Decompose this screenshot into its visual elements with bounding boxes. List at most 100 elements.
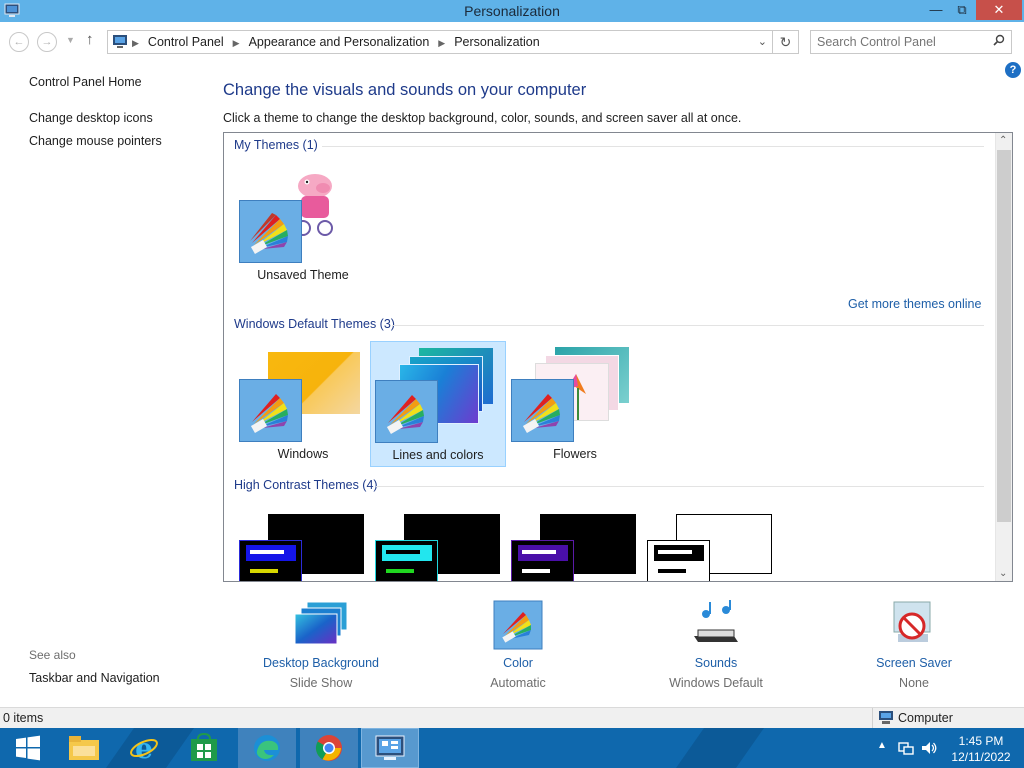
control-panel-icon <box>375 735 405 760</box>
setting-value: Windows Default <box>669 676 763 690</box>
setting-name[interactable]: Desktop Background <box>246 656 396 670</box>
address-bar[interactable]: ▶ Control Panel ▶ Appearance and Personaliz… <box>107 30 773 54</box>
theme-label: Flowers <box>553 447 597 461</box>
computer-icon <box>879 711 893 724</box>
minimize-button[interactable]: — <box>926 0 946 20</box>
taskbar-store[interactable] <box>176 728 232 768</box>
forward-button[interactable]: → <box>37 32 57 52</box>
taskbar-navigation-link[interactable]: Taskbar and Navigation <box>29 671 160 685</box>
scrollbar-thumb[interactable] <box>997 150 1011 522</box>
recent-locations-dropdown[interactable]: ▼ <box>66 35 75 45</box>
color-palette-icon <box>511 379 574 442</box>
edge-icon <box>254 735 280 761</box>
themes-list: My Themes (1) Unsaved Theme Get more the… <box>223 132 1013 582</box>
clock-time: 1:45 PM <box>958 734 1004 748</box>
taskbar-internet-explorer[interactable]: e <box>116 728 172 768</box>
themes-scrollbar[interactable]: ⌃ ⌄ <box>995 133 1012 581</box>
back-button[interactable]: ← <box>9 32 29 52</box>
taskbar-clock[interactable]: 1:45 PM 12/11/2022 <box>944 733 1018 765</box>
control-panel-icon <box>113 35 127 48</box>
theme-windows[interactable]: Windows <box>235 341 371 467</box>
screen-saver-icon <box>893 601 931 642</box>
group-title-my-themes: My Themes (1) <box>234 138 318 152</box>
hc-palette <box>511 540 574 581</box>
left-pane: Control Panel Home Change desktop icons … <box>0 60 210 705</box>
group-title-high-contrast: High Contrast Themes (4) <box>234 478 378 492</box>
location-label: Computer <box>898 711 953 725</box>
theme-unsaved[interactable]: Unsaved Theme <box>235 156 371 282</box>
theme-high-contrast-2[interactable] <box>371 508 507 581</box>
start-button[interactable] <box>0 728 56 768</box>
chevron-right-icon[interactable]: ▶ <box>233 38 240 48</box>
theme-label: Lines and colors <box>392 448 484 462</box>
get-more-themes-link[interactable]: Get more themes online <box>848 297 981 311</box>
setting-value: None <box>899 676 929 690</box>
theme-label: Windows <box>277 447 329 461</box>
restore-button[interactable]: ⧉ <box>952 0 972 20</box>
volume-icon[interactable] <box>921 740 937 756</box>
help-icon[interactable]: ? <box>1005 62 1021 78</box>
breadcrumb-control-panel[interactable]: Control Panel <box>148 35 224 49</box>
search-input[interactable] <box>817 32 987 52</box>
setting-name[interactable]: Screen Saver <box>839 656 989 670</box>
search-icon[interactable] <box>993 34 1005 46</box>
desktop-background-icon <box>294 601 348 645</box>
taskbar-file-explorer[interactable] <box>56 728 112 768</box>
color-palette-icon <box>375 380 438 443</box>
group-divider <box>392 325 984 326</box>
theme-high-contrast-3[interactable] <box>507 508 643 581</box>
setting-value: Automatic <box>490 676 546 690</box>
group-divider <box>376 486 984 487</box>
taskbar: e ▲ 1:45 PM 12/11/2022 <box>0 728 1024 768</box>
color-icon <box>493 600 543 650</box>
show-hidden-icons-button[interactable]: ▲ <box>877 740 887 751</box>
setting-name[interactable]: Color <box>443 656 593 670</box>
color-palette-icon <box>239 200 302 263</box>
chevron-down-icon[interactable]: ⌄ <box>999 568 1007 579</box>
chevron-right-icon[interactable]: ▶ <box>438 38 445 48</box>
change-desktop-icons-link[interactable]: Change desktop icons <box>29 111 153 125</box>
page-title: Change the visuals and sounds on your co… <box>223 81 587 99</box>
setting-name[interactable]: Sounds <box>641 656 791 670</box>
status-bar: 0 items Computer <box>0 707 1024 728</box>
svg-text:e: e <box>135 733 153 763</box>
chrome-icon <box>315 735 342 761</box>
up-button[interactable]: ↑ <box>86 31 94 48</box>
taskbar-chrome[interactable] <box>300 728 358 768</box>
group-title-windows-default: Windows Default Themes (3) <box>234 317 395 331</box>
color-palette-icon <box>239 379 302 442</box>
control-panel-home-link[interactable]: Control Panel Home <box>29 75 142 89</box>
breadcrumb-personalization[interactable]: Personalization <box>454 35 539 49</box>
taskbar-decoration <box>675 728 765 768</box>
title-bar: Personalization — ⧉ ✕ <box>0 0 1024 22</box>
page-description: Click a theme to change the desktop back… <box>223 111 742 125</box>
group-divider <box>322 146 984 147</box>
internet-explorer-icon: e <box>130 733 158 763</box>
chevron-right-icon[interactable]: ▶ <box>132 38 139 48</box>
hc-palette <box>239 540 302 581</box>
start-icon <box>16 735 40 761</box>
theme-flowers[interactable]: Flowers <box>507 341 643 467</box>
taskbar-control-panel[interactable] <box>361 728 419 768</box>
hc-palette <box>375 540 438 581</box>
breadcrumb: ▶ Control Panel ▶ Appearance and Personaliz… <box>132 35 540 49</box>
theme-label: Unsaved Theme <box>257 268 349 282</box>
clock-date: 12/11/2022 <box>951 750 1011 764</box>
refresh-button[interactable]: ↻ <box>773 30 799 54</box>
theme-high-contrast-white[interactable] <box>643 508 779 581</box>
store-icon <box>191 733 217 761</box>
change-mouse-pointers-link[interactable]: Change mouse pointers <box>29 134 162 148</box>
close-button[interactable]: ✕ <box>976 0 1022 20</box>
chevron-up-icon[interactable]: ⌃ <box>999 135 1007 146</box>
network-icon[interactable] <box>898 740 914 756</box>
window-title: Personalization <box>464 3 560 19</box>
search-box[interactable] <box>810 30 1012 54</box>
chevron-down-icon[interactable]: ⌄ <box>758 35 767 48</box>
breadcrumb-appearance[interactable]: Appearance and Personalization <box>249 35 430 49</box>
theme-high-contrast-1[interactable] <box>235 508 371 581</box>
taskbar-edge[interactable] <box>238 728 296 768</box>
see-also-label: See also <box>29 648 76 662</box>
hc-palette <box>647 540 710 581</box>
theme-lines-and-colors[interactable]: Lines and colors <box>370 341 506 467</box>
navigation-bar: ← → ▼ ↑ ▶ Control Panel ▶ Appearance and Pe… <box>0 22 1024 60</box>
